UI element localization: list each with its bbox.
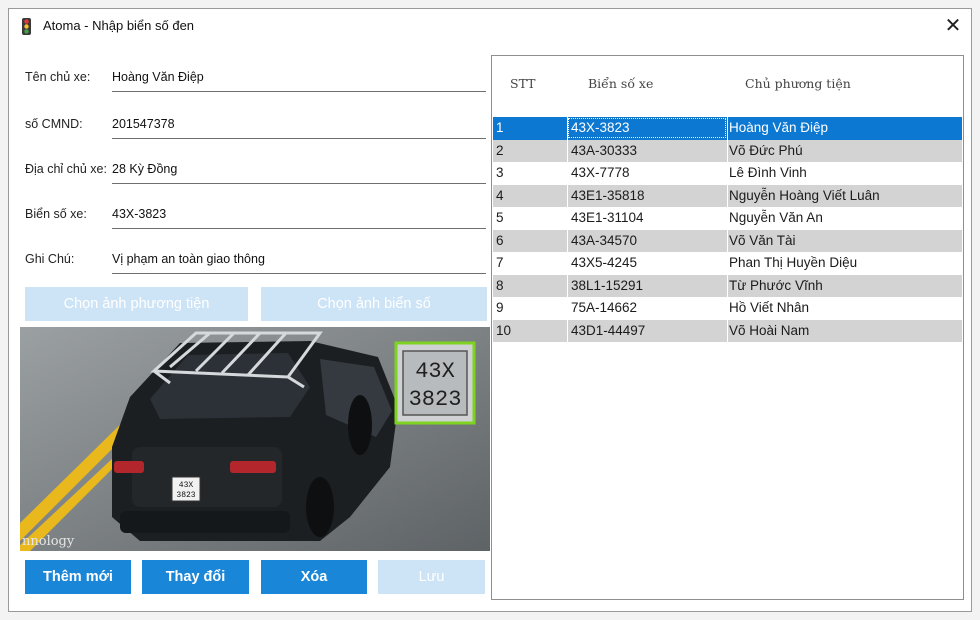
note-label: Ghi Chú: [25, 252, 75, 266]
column-separator [727, 297, 728, 320]
edit-button[interactable]: Thay đổi [142, 560, 249, 594]
column-separator [567, 162, 568, 185]
column-header-stt[interactable]: STT [510, 76, 535, 91]
address-field[interactable]: 28 Kỳ Đồng [112, 162, 486, 184]
column-separator [567, 274, 568, 297]
grid-header: STT Biển số xe Chủ phương tiện [492, 56, 963, 116]
table-row[interactable]: 2 43A-30333 Võ Đức Phú [493, 139, 962, 162]
cell-plate: 75A-14662 [571, 300, 638, 315]
car-plate-line1: 43X [179, 481, 194, 490]
cell-owner: Lê Đình Vinh [729, 165, 807, 180]
table-row[interactable]: 3 43X-7778 Lê Đình Vinh [493, 162, 962, 185]
window-title: Atoma - Nhập biển số đen [43, 18, 195, 33]
plate-crop-line1: 43X [415, 359, 455, 384]
cell-plate: 43A-30333 [571, 142, 638, 158]
column-separator [727, 184, 728, 207]
column-separator [727, 207, 728, 230]
close-button[interactable]: ✕ [939, 13, 967, 39]
column-header-plate[interactable]: Biển số xe [588, 76, 653, 91]
cell-plate: 43X-7778 [571, 165, 630, 180]
plate-crop-line2: 3823 [409, 387, 462, 412]
cell-stt: 4 [496, 187, 504, 203]
cell-stt: 1 [496, 120, 504, 135]
cell-plate: 43E1-35818 [571, 187, 645, 203]
column-separator [567, 252, 568, 275]
cell-plate: 43A-34570 [571, 232, 638, 248]
grid-rows: 1 43X-3823 Hoàng Văn Điệp 2 43A-30333 Võ Đức … [493, 117, 962, 342]
focus-cell-outline [568, 118, 726, 138]
cell-owner: Phan Thị Huyền Diệu [729, 255, 858, 270]
table-row[interactable]: 7 43X5-4245 Phan Thị Huyền Diệu [493, 252, 962, 275]
vehicle-photo: 43X 3823 43X 3823 nnology [20, 327, 490, 551]
save-button[interactable]: Lưu [378, 560, 485, 594]
cell-owner: Nguyễn Văn An [729, 210, 823, 225]
cell-owner: Từ Phước Vĩnh [729, 277, 823, 293]
address-label: Địa chỉ chủ xe: [25, 162, 107, 176]
column-separator [727, 162, 728, 185]
note-field[interactable]: Vị phạm an toàn giao thông [112, 252, 486, 274]
title-bar: Atoma - Nhập biển số đen ✕ [9, 9, 971, 43]
column-separator [727, 274, 728, 297]
cell-plate: 43E1-31104 [571, 210, 644, 225]
id-number-field[interactable]: 201547378 [112, 117, 486, 139]
plate-crop: 43X 3823 [394, 341, 476, 425]
owner-name-field[interactable]: Hoàng Văn Điệp [112, 70, 486, 92]
column-separator [727, 229, 728, 252]
cell-stt: 9 [496, 300, 504, 315]
photo-watermark: nnology [22, 534, 75, 549]
traffic-light-icon [22, 18, 31, 35]
vehicle-photo-illustration: 43X 3823 43X 3823 nnology [20, 327, 490, 551]
cell-owner: Võ Hoài Nam [729, 322, 810, 338]
add-button[interactable]: Thêm mới [25, 560, 131, 594]
column-separator [567, 207, 568, 230]
column-separator [567, 139, 568, 162]
column-separator [567, 229, 568, 252]
table-row[interactable]: 5 43E1-31104 Nguyễn Văn An [493, 207, 962, 230]
main-window: Atoma - Nhập biển số đen ✕ Tên chủ xe: H… [8, 8, 972, 612]
cell-stt: 10 [496, 322, 512, 338]
vehicle-grid[interactable]: STT Biển số xe Chủ phương tiện 1 43X-3823… [491, 55, 964, 600]
column-separator [567, 319, 568, 342]
cell-owner: Võ Đức Phú [729, 142, 803, 158]
cell-stt: 6 [496, 232, 504, 248]
column-separator [727, 252, 728, 275]
cell-stt: 3 [496, 165, 504, 180]
delete-button[interactable]: Xóa [261, 560, 367, 594]
plate-field[interactable]: 43X-3823 [112, 207, 486, 229]
choose-plate-image-button[interactable]: Chọn ảnh biển số [261, 287, 487, 321]
id-number-label: số CMND: [25, 117, 83, 131]
table-row[interactable]: 8 38L1-15291 Từ Phước Vĩnh [493, 274, 962, 297]
column-separator [567, 184, 568, 207]
column-separator [727, 139, 728, 162]
cell-stt: 5 [496, 210, 504, 225]
owner-name-label: Tên chủ xe: [25, 70, 91, 84]
car-plate-line2: 3823 [176, 491, 195, 500]
cell-plate: 43D1-44497 [571, 322, 646, 338]
column-header-owner[interactable]: Chủ phương tiện [745, 76, 851, 91]
cell-stt: 2 [496, 142, 504, 158]
close-icon: ✕ [944, 15, 962, 37]
cell-stt: 8 [496, 277, 504, 293]
cell-owner: Hồ Viết Nhân [729, 300, 810, 315]
table-row[interactable]: 10 43D1-44497 Võ Hoài Nam [493, 319, 962, 342]
cell-plate: 38L1-15291 [571, 277, 644, 293]
cell-owner: Nguyễn Hoàng Viết Luân [729, 187, 880, 203]
cell-stt: 7 [496, 255, 504, 270]
table-row[interactable]: 4 43E1-35818 Nguyễn Hoàng Viết Luân [493, 184, 962, 207]
table-row[interactable]: 1 43X-3823 Hoàng Văn Điệp [493, 117, 962, 140]
choose-vehicle-image-button[interactable]: Chọn ảnh phương tiện [25, 287, 248, 321]
cell-plate: 43X5-4245 [571, 255, 638, 270]
column-separator [727, 117, 728, 140]
table-row[interactable]: 9 75A-14662 Hồ Viết Nhân [493, 297, 962, 320]
cell-owner: Hoàng Văn Điệp [729, 120, 829, 135]
column-separator [567, 297, 568, 320]
cell-owner: Võ Văn Tài [729, 232, 796, 248]
plate-label: Biển số xe: [25, 207, 87, 221]
column-separator [727, 319, 728, 342]
table-row[interactable]: 6 43A-34570 Võ Văn Tài [493, 229, 962, 252]
